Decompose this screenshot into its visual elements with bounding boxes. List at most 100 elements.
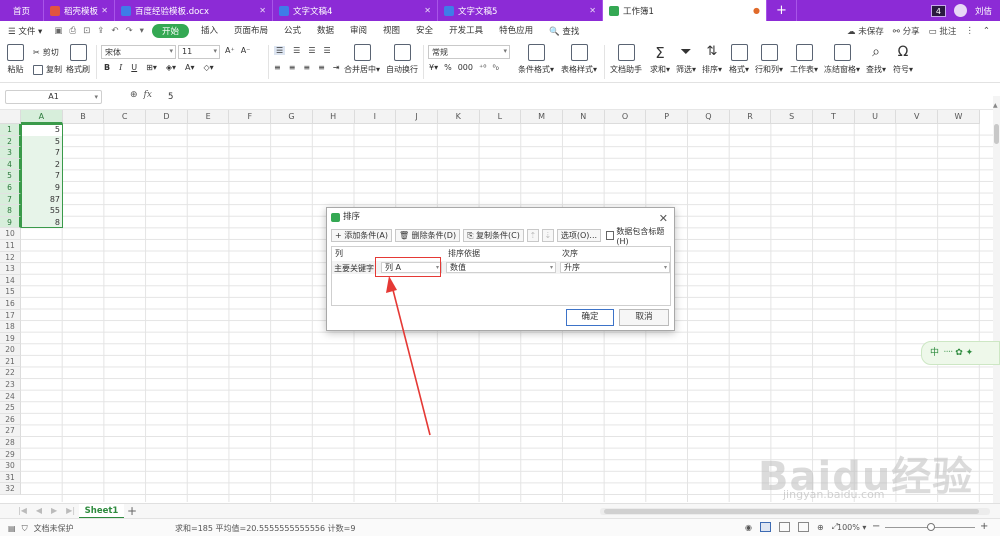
menu-item-1[interactable]: 插入 [193,24,226,38]
column-header-V[interactable]: V [896,110,939,124]
more-icon[interactable]: ▾ [140,26,144,36]
column-header-J[interactable]: J [396,110,438,124]
number-format-select[interactable]: 常规 ▾ [428,45,510,59]
scroll-up-icon[interactable]: ▲ [993,102,998,109]
wrap-text-button[interactable]: 自动换行 [386,44,418,75]
column-header-F[interactable]: F [229,110,272,124]
search-menu[interactable]: 🔍 查找 [541,25,587,37]
reading-mode-icon[interactable]: ⊕ [817,523,824,532]
last-sheet-icon[interactable]: ▶| [66,506,75,515]
column-header-B[interactable]: B [62,110,105,124]
zoom-icon[interactable]: ⊕ [130,90,138,100]
font-size-select[interactable]: 11 ▾ [178,45,220,59]
avatar[interactable] [953,4,967,17]
column-header-W[interactable]: W [938,110,980,124]
fx-icon[interactable]: fx [144,90,152,100]
has-header-checkbox[interactable]: 数据包含标题(H) [606,226,671,246]
format-button[interactable]: 格式▾ [729,44,749,75]
cell-a6[interactable]: 9 [21,181,63,194]
row-header[interactable]: 17 [0,309,21,322]
menu-item-0[interactable]: 开始 [151,24,189,38]
shrink-font-icon[interactable]: A⁻ [241,46,251,55]
row-header[interactable]: 16 [0,297,21,310]
row-header[interactable]: 22 [0,367,21,380]
row-header[interactable]: 26 [0,413,21,426]
column-header-O[interactable]: O [604,110,647,124]
row-header[interactable]: 6 [0,181,21,194]
sum-button[interactable]: Σ 求和▾ [650,44,670,75]
distribute-icon[interactable]: ≡ [318,63,325,72]
copy-condition-button[interactable]: ⎘ 复制条件(C) [463,229,524,242]
tab-3[interactable]: 文字文稿4 ✕ [273,0,438,21]
collapse-icon[interactable]: ⌃ [983,26,990,36]
save-icon[interactable]: ▣ [54,26,62,36]
menu-item-4[interactable]: 数据 [309,24,342,38]
vertical-scrollbar[interactable]: ▲ [993,96,1000,506]
row-header[interactable]: 9 [0,216,21,229]
print-icon[interactable]: ⎙ [69,26,76,36]
indent-icon[interactable]: ⇥ [333,63,340,72]
cancel-button[interactable]: 取消 [619,309,669,326]
column-header-U[interactable]: U [854,110,897,124]
column-header-N[interactable]: N [562,110,605,124]
add-condition-button[interactable]: + 添加条件(A) [331,229,392,242]
row-header[interactable]: 8 [0,205,21,217]
column-header-H[interactable]: H [312,110,355,124]
merge-center-button[interactable]: 合并居中▾ [344,44,380,75]
more-menu-icon[interactable]: ⋮ [965,26,974,36]
font-family-select[interactable]: 宋体 ▾ [101,45,176,59]
status-icon[interactable]: ▤ [8,524,16,533]
border-icon[interactable]: ⊞▾ [146,63,157,72]
align-middle-icon[interactable]: ≡ [289,63,296,72]
formula-input[interactable]: 5 [163,89,988,105]
row-header[interactable]: 30 [0,460,21,472]
row-header[interactable]: 13 [0,263,21,275]
column-header-P[interactable]: P [646,110,688,124]
ime-mode[interactable]: 中 [930,348,939,358]
row-header[interactable]: 3 [0,147,21,159]
file-menu[interactable]: ☰ 文件 ▾ [0,25,50,37]
tab-1[interactable]: 稻壳模板 ✕ [44,0,115,21]
delete-condition-button[interactable]: 🗑 删除条件(D) [394,229,461,242]
column-header-C[interactable]: C [104,110,147,124]
cell-a8[interactable]: 55 [21,205,63,217]
freeze-panes-button[interactable]: 冻结窗格▾ [824,44,860,75]
horizontal-scrollbar[interactable] [600,508,990,515]
row-header[interactable]: 25 [0,402,21,414]
unsaved-button[interactable]: ☁ 未保存 [847,25,884,37]
row-header[interactable]: 1 [0,124,21,136]
column-header-Q[interactable]: Q [688,110,730,124]
row-header[interactable]: 31 [0,471,21,484]
row-header[interactable]: 20 [0,344,21,356]
row-header[interactable]: 7 [0,193,21,206]
row-header[interactable]: 28 [0,437,21,449]
page-break-view-icon[interactable] [778,522,790,532]
column-header-E[interactable]: E [187,110,230,124]
column-header-G[interactable]: G [271,110,313,124]
zoom-level[interactable]: 100% ▾ [837,523,866,532]
row-header[interactable]: 23 [0,379,21,391]
column-header-K[interactable]: K [437,110,480,124]
column-header-A[interactable]: A [21,110,63,124]
new-tab-button[interactable]: + [767,0,797,21]
align-center-icon[interactable]: ☰ [293,46,300,55]
column-header-D[interactable]: D [146,110,188,124]
cell-a1[interactable]: 5 [21,124,63,136]
row-header[interactable]: 2 [0,135,21,148]
percent-icon[interactable]: % [444,63,452,72]
row-header[interactable]: 15 [0,286,21,298]
menu-item-2[interactable]: 页面布局 [226,24,276,38]
zoom-slider[interactable] [885,523,975,531]
copy-button[interactable]: 复制 [33,64,62,75]
row-header[interactable]: 14 [0,274,21,287]
name-box[interactable]: A1 ▾ [5,90,102,104]
row-header[interactable]: 18 [0,321,21,333]
tab-4[interactable]: 文字文稿5 ✕ [438,0,603,21]
doc-helper-button[interactable]: 文档助手 [610,44,642,75]
row-header[interactable]: 29 [0,448,21,461]
fill-color-icon[interactable]: ◈▾ [166,63,176,72]
column-header-R[interactable]: R [729,110,772,124]
conditional-format-button[interactable]: 条件格式▾ [518,44,554,75]
zoom-in-icon[interactable]: + [980,521,988,532]
align-justify-icon[interactable]: ☰ [324,46,331,55]
